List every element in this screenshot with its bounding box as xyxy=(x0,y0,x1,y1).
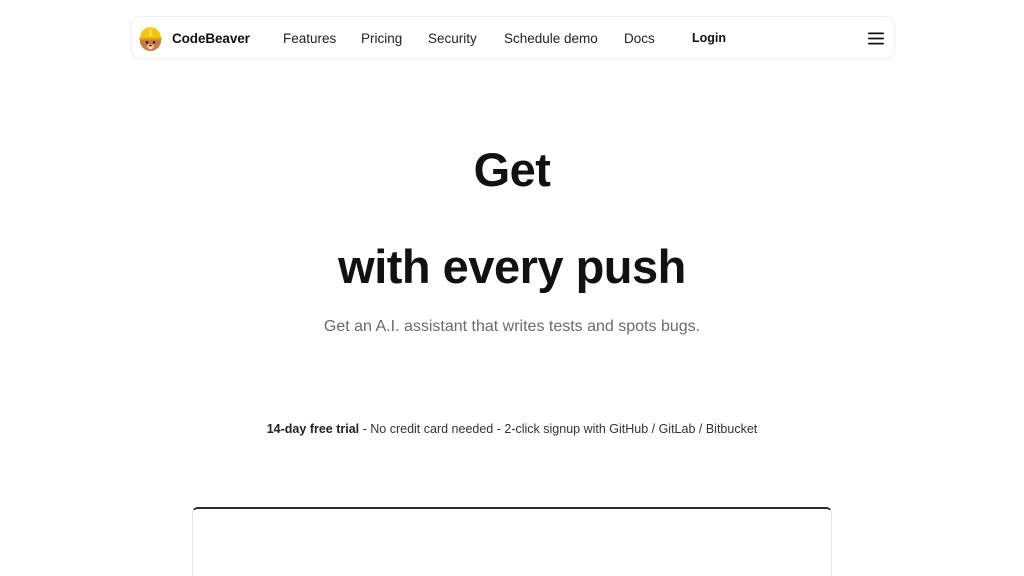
brand-home-link[interactable]: CodeBeaver xyxy=(137,24,250,52)
nav-link-pricing[interactable]: Pricing xyxy=(361,30,402,47)
menu-button[interactable] xyxy=(865,28,887,48)
brand-name: CodeBeaver xyxy=(172,30,250,46)
page: CodeBeaver Features Pricing Security Sch… xyxy=(0,0,1024,576)
nav-link-schedule-demo[interactable]: Schedule demo xyxy=(504,30,598,47)
hero-title-line1: Get xyxy=(473,143,551,196)
hero-subtitle: Get an A.I. assistant that writes tests … xyxy=(323,318,701,335)
hero-title-line2: with every push xyxy=(338,240,686,293)
trial-highlight: 14-day free trial xyxy=(266,422,360,436)
beaver-logo-icon xyxy=(138,26,163,51)
trial-info: 14-day free trial - No credit card neede… xyxy=(0,421,1024,437)
login-link[interactable]: Login xyxy=(692,30,726,47)
nav-link-docs[interactable]: Docs xyxy=(624,30,655,47)
top-navbar: CodeBeaver Features Pricing Security Sch… xyxy=(131,16,895,59)
product-preview-frame xyxy=(192,507,832,576)
nav-link-security[interactable]: Security xyxy=(428,30,477,47)
trial-details: - No credit card needed - 2-click signup… xyxy=(359,422,758,436)
hamburger-menu-icon xyxy=(868,32,884,44)
nav-link-features[interactable]: Features xyxy=(283,30,336,47)
